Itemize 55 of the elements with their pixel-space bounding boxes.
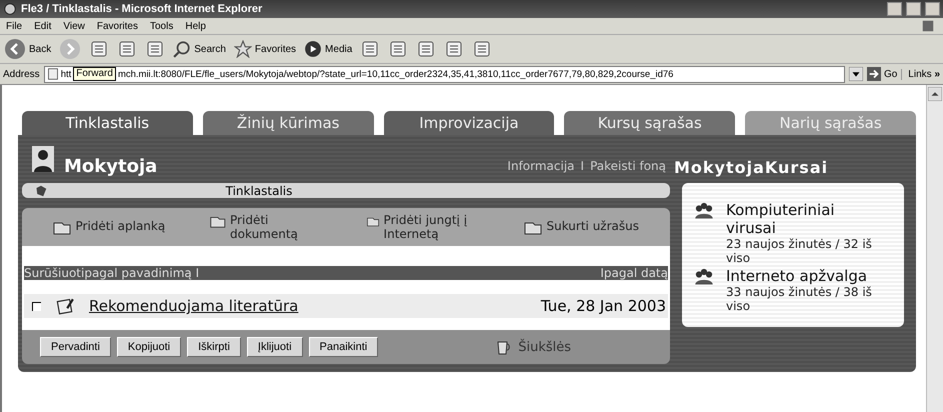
menu-item[interactable]: View xyxy=(63,20,85,32)
star-icon xyxy=(234,40,252,58)
trash-link[interactable]: Šiukšlės xyxy=(494,339,572,355)
course-link[interactable]: Kompiuteriniai virusai xyxy=(726,201,886,237)
address-field[interactable]: htt Forward mch.mii.lt:8080/FLE/fle_users/Mokytoja/webtop/?state_url=10,11cc_order2324,35,41,3810,11cc_order7677,79,80,829,2course_id76 xyxy=(44,66,845,82)
folder-title-bar: Tinklastalis xyxy=(22,183,670,198)
window-title: Fle3 / Tinklastalis - Microsoft Internet Explorer xyxy=(21,3,264,15)
menu-item[interactable]: Favorites xyxy=(96,20,138,32)
menu-item[interactable]: Tools xyxy=(150,20,174,32)
scroll-up-icon xyxy=(928,87,942,101)
favorites-button[interactable]: Favorites xyxy=(234,40,296,58)
dropdown-arrow-icon xyxy=(848,67,863,81)
item-date: Tue, 28 Jan 2003 xyxy=(540,297,666,315)
action-link[interactable]: Sukurti užrašus xyxy=(522,219,640,235)
action-link[interactable]: Pridėti dokumentą xyxy=(208,213,326,241)
courses-title: MokytojaKursai xyxy=(674,157,830,179)
menu-item[interactable]: Edit xyxy=(34,20,52,32)
note-icon xyxy=(55,297,75,315)
address-label: Address xyxy=(3,68,40,80)
link-separator: I xyxy=(580,159,584,173)
action-button[interactable]: Iškirpti xyxy=(187,337,241,357)
go-arrow-icon xyxy=(866,67,881,81)
media-button[interactable]: Media xyxy=(304,40,352,58)
scrollbar[interactable] xyxy=(926,85,943,412)
menu-item[interactable]: File xyxy=(6,20,22,32)
tab[interactable]: Žinių kūrimas xyxy=(202,111,374,135)
search-button[interactable]: Search xyxy=(173,40,226,58)
action-button[interactable]: Kopijuoti xyxy=(116,337,182,357)
action-link[interactable]: Pridėti jungtį į Internetą xyxy=(366,213,484,241)
menu-item[interactable]: Help xyxy=(185,20,206,32)
info-link[interactable]: Informacija xyxy=(507,159,575,173)
media-icon xyxy=(304,40,322,58)
tab[interactable]: Kursų sąrašas xyxy=(564,111,736,135)
course-link[interactable]: Interneto apžvalga xyxy=(726,267,886,285)
user-name: Mokytoja xyxy=(64,156,158,176)
course-stats: 33 naujos žinutės / 38 iš viso xyxy=(726,285,873,313)
course-stats: 23 naujos žinutės / 32 iš viso xyxy=(726,237,873,265)
action-link[interactable]: Pridėti aplanką xyxy=(52,219,170,235)
page-icon xyxy=(46,68,59,80)
links-button[interactable]: Links » xyxy=(901,68,940,80)
action-button[interactable]: Pervadinti xyxy=(40,337,111,357)
tab[interactable]: Improvizacija xyxy=(384,111,554,135)
sort-by-date-link[interactable]: Ipagal datą xyxy=(600,266,668,280)
sort-by-name-link[interactable]: Surūšiuotipagal pavadinimą I xyxy=(24,266,200,280)
back-button[interactable]: Back xyxy=(4,38,52,60)
item-link[interactable]: Rekomenduojama literatūra xyxy=(89,297,527,315)
action-button[interactable]: Panaikinti xyxy=(308,337,378,357)
checkbox[interactable] xyxy=(32,302,41,310)
search-icon xyxy=(173,40,192,58)
change-background-link[interactable]: Pakeisti foną xyxy=(590,159,666,173)
tab[interactable]: Tinklastalis xyxy=(22,111,193,135)
tooltip: Forward xyxy=(73,67,116,81)
go-button[interactable]: Go xyxy=(866,67,898,81)
action-button[interactable]: Įklijuoti xyxy=(246,337,303,357)
avatar-icon xyxy=(32,146,54,172)
